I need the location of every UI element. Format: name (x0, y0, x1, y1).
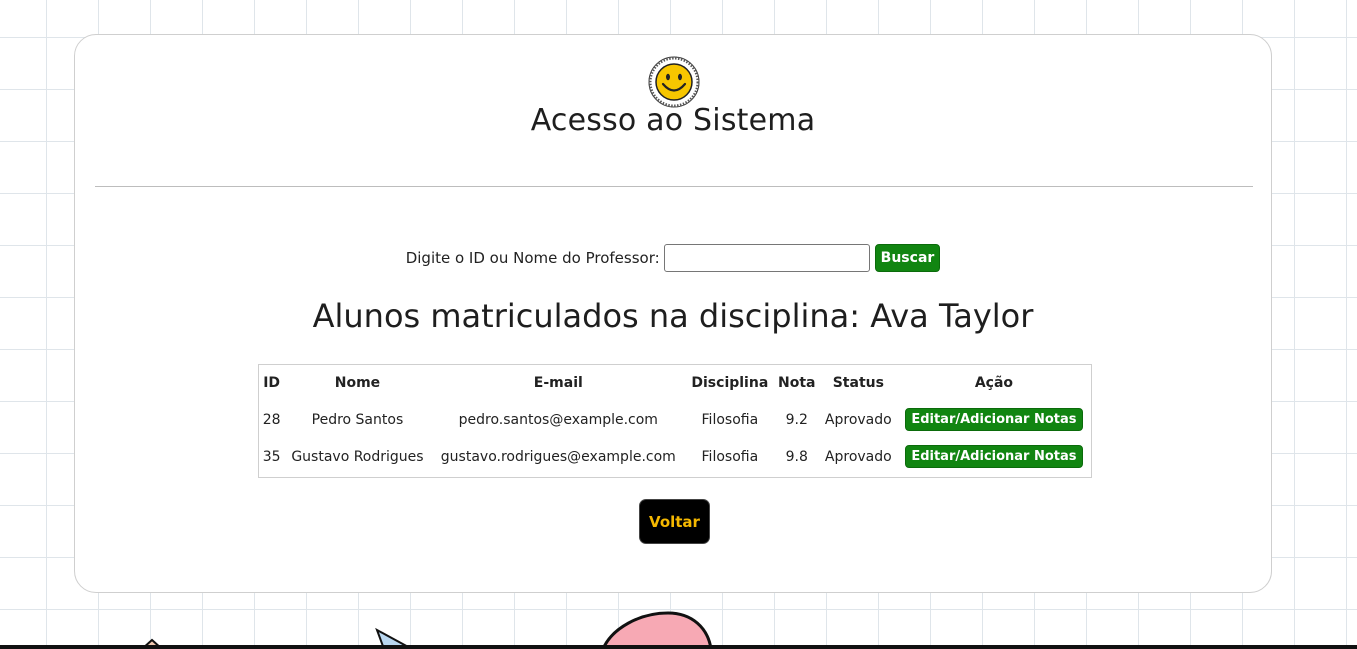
cell-nota: 9.8 (785, 448, 808, 465)
cell-nome: Gustavo Rodrigues (291, 448, 424, 465)
cell-acao: Editar/Adicionar Notas (897, 438, 1091, 475)
students-table: ID Nome E-mail Disciplina Nota Status Aç… (259, 365, 1091, 475)
edit-grades-button[interactable]: Editar/Adicionar Notas (905, 408, 1083, 431)
students-table-container: ID Nome E-mail Disciplina Nota Status Aç… (258, 364, 1092, 478)
column-header-status: Status (832, 375, 884, 391)
cell-status: Aprovado (824, 411, 892, 428)
search-input[interactable] (663, 244, 870, 272)
search-button[interactable]: Buscar (874, 244, 941, 272)
enrolled-students-heading: Alunos matriculados na disciplina: Ava T… (312, 297, 1034, 335)
smiley-face-icon (648, 56, 700, 108)
column-header-disciplina: Disciplina (691, 375, 769, 391)
column-header-id: ID (263, 375, 281, 391)
cell-nota: 9.2 (785, 411, 808, 428)
pink-blob-doodle (601, 611, 713, 649)
cell-nome: Pedro Santos (311, 411, 404, 428)
back-button[interactable]: Voltar (639, 499, 710, 544)
search-label: Digite o ID ou Nome do Professor: (405, 249, 660, 267)
cell-email: pedro.santos@example.com (458, 411, 658, 428)
cell-id: 35 (262, 448, 281, 465)
column-header-nome: Nome (334, 375, 381, 391)
table-row: 35 Gustavo Rodrigues gustavo.rodrigues@e… (259, 438, 1091, 475)
cell-acao: Editar/Adicionar Notas (897, 401, 1091, 438)
column-header-acao: Ação (974, 375, 1014, 391)
page-title: Acesso ao Sistema (530, 103, 816, 138)
edit-grades-button[interactable]: Editar/Adicionar Notas (905, 445, 1083, 468)
cell-id: 28 (262, 411, 281, 428)
bottom-border-line (0, 645, 1357, 649)
column-header-email: E-mail (533, 375, 583, 391)
cell-disciplina: Filosofia (701, 448, 759, 465)
table-row: 28 Pedro Santos pedro.santos@example.com… (259, 401, 1091, 438)
search-form: Digite o ID ou Nome do Professor: Buscar (75, 244, 1271, 272)
cell-email: gustavo.rodrigues@example.com (440, 448, 676, 465)
main-card: Acesso ao Sistema Digite o ID ou Nome do… (74, 34, 1272, 593)
cell-status: Aprovado (824, 448, 892, 465)
table-header-row: ID Nome E-mail Disciplina Nota Status Aç… (259, 365, 1091, 401)
cell-disciplina: Filosofia (701, 411, 759, 428)
header-divider (95, 186, 1253, 187)
column-header-nota: Nota (778, 375, 816, 391)
